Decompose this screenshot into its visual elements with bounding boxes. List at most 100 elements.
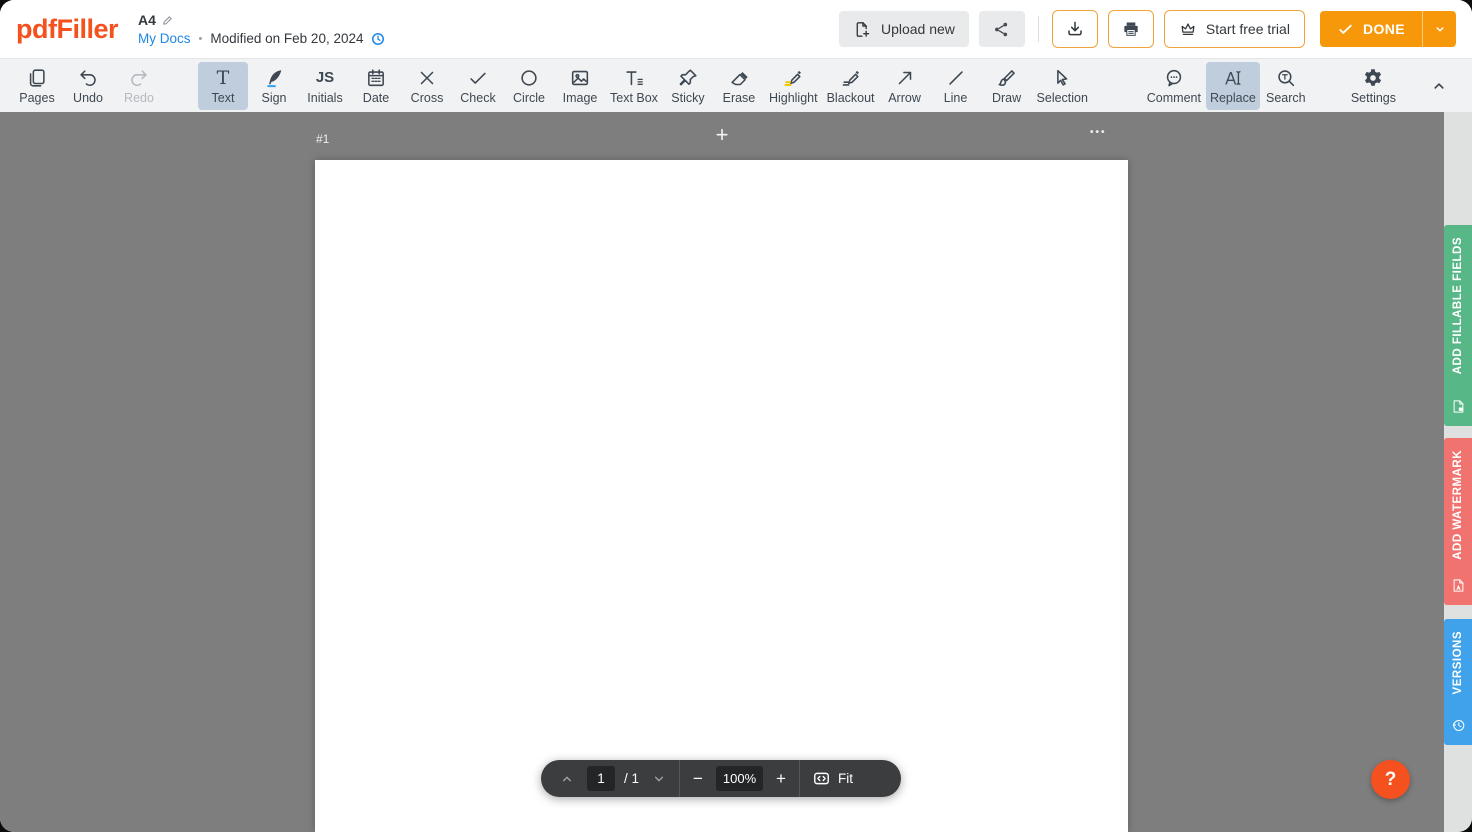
previous-page-button[interactable] bbox=[556, 768, 578, 790]
page-number-input[interactable] bbox=[587, 766, 615, 791]
cursor-icon bbox=[1051, 67, 1073, 89]
watermark-document-icon bbox=[1451, 578, 1466, 593]
pushpin-icon bbox=[677, 67, 699, 89]
blackout-marker-icon bbox=[840, 67, 862, 89]
edit-title-icon[interactable] bbox=[162, 15, 173, 26]
undo-button[interactable]: Undo bbox=[63, 62, 113, 110]
start-free-trial-label: Start free trial bbox=[1206, 21, 1290, 37]
chevron-down-icon bbox=[1433, 22, 1447, 36]
replace-button[interactable]: Replace bbox=[1206, 62, 1260, 110]
upload-document-icon bbox=[853, 20, 872, 39]
fit-icon bbox=[812, 769, 831, 788]
replace-text-icon bbox=[1222, 67, 1244, 89]
highlight-tool-button[interactable]: Highlight bbox=[765, 62, 822, 110]
pages-icon bbox=[26, 67, 48, 89]
zoom-in-button[interactable]: + bbox=[772, 770, 790, 787]
fit-to-width-button[interactable]: Fit bbox=[812, 769, 853, 788]
erase-tool-button[interactable]: Erase bbox=[714, 62, 764, 110]
crown-icon bbox=[1179, 20, 1197, 38]
add-page-button[interactable]: + bbox=[703, 124, 741, 146]
selection-tool-button[interactable]: Selection bbox=[1033, 62, 1092, 110]
sticky-tool-button[interactable]: Sticky bbox=[663, 62, 713, 110]
page-total-label: / 1 bbox=[624, 771, 639, 786]
cross-tool-button[interactable]: Cross bbox=[402, 62, 452, 110]
pdffiller-app: pdfFiller A4 My Docs • Modified on Feb 2… bbox=[0, 0, 1472, 832]
eraser-icon bbox=[728, 67, 750, 89]
help-button[interactable]: ? bbox=[1371, 760, 1410, 799]
header-divider bbox=[1038, 16, 1039, 42]
redo-button: Redo bbox=[114, 62, 164, 110]
next-page-button[interactable] bbox=[648, 768, 670, 790]
zoom-out-button[interactable]: − bbox=[689, 770, 707, 787]
breadcrumb-my-docs[interactable]: My Docs bbox=[138, 31, 191, 46]
add-watermark-tab[interactable]: ADD WATERMARK bbox=[1444, 438, 1472, 605]
search-button[interactable]: Search bbox=[1261, 62, 1311, 110]
upload-new-button[interactable]: Upload new bbox=[839, 11, 969, 47]
text-box-tool-button[interactable]: Text Box bbox=[606, 62, 662, 110]
blackout-tool-button[interactable]: Blackout bbox=[823, 62, 879, 110]
comment-button[interactable]: Comment bbox=[1143, 62, 1205, 110]
upload-new-label: Upload new bbox=[881, 21, 955, 37]
initials-icon: JS bbox=[316, 67, 334, 89]
zoom-level-value[interactable]: 100% bbox=[716, 766, 763, 791]
date-tool-button[interactable]: Date bbox=[351, 62, 401, 110]
modified-date: Modified on Feb 20, 2024 bbox=[210, 31, 363, 46]
calendar-icon bbox=[365, 67, 387, 89]
history-group: Pages Undo Redo bbox=[12, 62, 164, 110]
draw-tool-button[interactable]: Draw bbox=[982, 62, 1032, 110]
pages-button[interactable]: Pages bbox=[12, 62, 62, 110]
fillable-fields-document-icon bbox=[1451, 399, 1466, 414]
image-icon bbox=[569, 67, 591, 89]
collapse-toolbar-button[interactable] bbox=[1422, 69, 1456, 103]
download-icon bbox=[1065, 19, 1085, 39]
pdffiller-logo[interactable]: pdfFiller bbox=[16, 14, 118, 45]
add-fillable-fields-tab[interactable]: ADD FILLABLE FIELDS bbox=[1444, 225, 1472, 426]
check-icon bbox=[1337, 21, 1354, 38]
fit-label: Fit bbox=[838, 771, 853, 786]
settings-group: Settings bbox=[1347, 62, 1400, 110]
comment-bubble-icon bbox=[1163, 67, 1185, 89]
text-tool-icon: T bbox=[217, 67, 230, 89]
share-icon bbox=[992, 20, 1011, 39]
add-fillable-fields-label: ADD FILLABLE FIELDS bbox=[1452, 237, 1464, 374]
settings-button[interactable]: Settings bbox=[1347, 62, 1400, 110]
circle-tool-button[interactable]: Circle bbox=[504, 62, 554, 110]
document-title: A4 bbox=[138, 12, 156, 28]
text-box-icon bbox=[623, 67, 645, 89]
done-dropdown-button[interactable] bbox=[1422, 11, 1456, 47]
page-options-button[interactable]: ••• bbox=[1090, 127, 1107, 138]
search-icon bbox=[1275, 67, 1297, 89]
arrow-tool-button[interactable]: Arrow bbox=[880, 62, 930, 110]
line-tool-button[interactable]: Line bbox=[931, 62, 981, 110]
initials-tool-button[interactable]: JS Initials bbox=[300, 62, 350, 110]
pill-divider bbox=[799, 760, 800, 797]
print-button[interactable] bbox=[1108, 10, 1154, 48]
image-tool-button[interactable]: Image bbox=[555, 62, 605, 110]
document-info: A4 My Docs • Modified on Feb 20, 2024 bbox=[138, 12, 385, 46]
page-number-label: #1 bbox=[316, 132, 329, 146]
start-free-trial-button[interactable]: Start free trial bbox=[1164, 10, 1305, 48]
share-button[interactable] bbox=[979, 11, 1025, 47]
chevron-up-icon bbox=[1430, 77, 1448, 95]
done-button[interactable]: DONE bbox=[1320, 11, 1422, 47]
review-group: Comment Replace Search bbox=[1143, 62, 1311, 110]
page-zoom-controls: / 1 − 100% + Fit bbox=[541, 760, 901, 797]
check-tool-button[interactable]: Check bbox=[453, 62, 503, 110]
tools-group: T Text Sign JS Initials Date Cross Che bbox=[198, 62, 1092, 110]
pdf-page[interactable] bbox=[315, 160, 1128, 832]
checkmark-icon bbox=[467, 67, 489, 89]
highlighter-icon bbox=[782, 67, 804, 89]
arrow-icon bbox=[894, 67, 916, 89]
done-button-group: DONE bbox=[1320, 11, 1456, 47]
clock-icon bbox=[371, 32, 385, 46]
text-tool-button[interactable]: T Text bbox=[198, 62, 248, 110]
version-history-clock-icon bbox=[1451, 718, 1466, 733]
versions-tab[interactable]: VERSIONS bbox=[1444, 619, 1472, 745]
circle-icon bbox=[518, 67, 540, 89]
undo-icon bbox=[77, 67, 99, 89]
gear-icon bbox=[1362, 67, 1384, 89]
sign-tool-button[interactable]: Sign bbox=[249, 62, 299, 110]
done-label: DONE bbox=[1363, 21, 1405, 37]
download-button[interactable] bbox=[1052, 10, 1098, 48]
breadcrumb-separator: • bbox=[199, 33, 203, 45]
